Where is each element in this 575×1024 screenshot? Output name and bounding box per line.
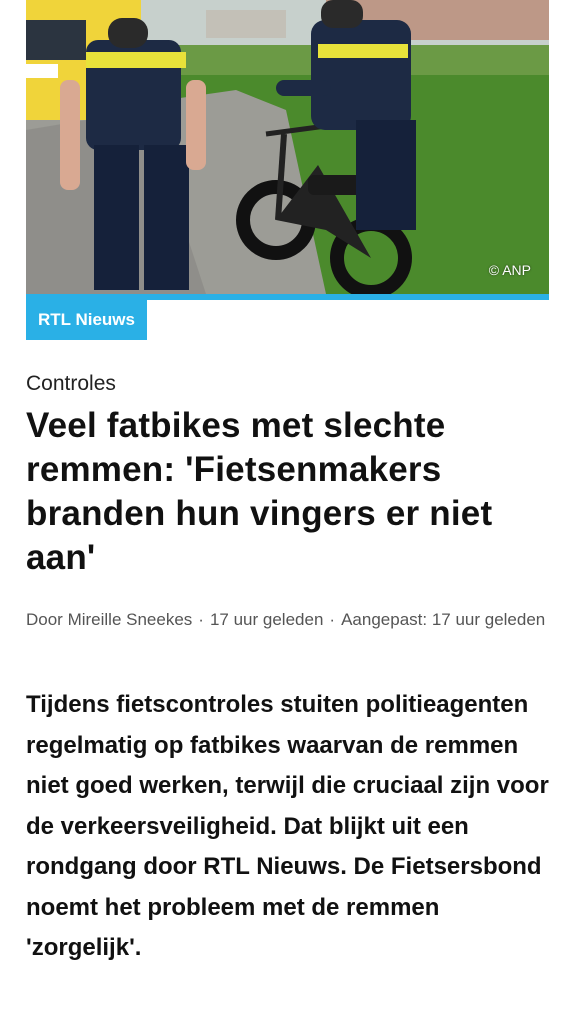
article-category[interactable]: Controles [26, 372, 116, 396]
separator-dot: · [198, 610, 204, 629]
brand-label[interactable]: RTL Nieuws [26, 300, 147, 340]
updated-time: Aangepast: 17 uur geleden [341, 610, 546, 629]
article-headline: Veel fatbikes met slechte remmen: 'Fiets… [26, 406, 493, 577]
article-lead-paragraph: Tijdens fietscontroles stuiten politieag… [26, 691, 549, 961]
article-hero-image[interactable]: © ANP [26, 0, 549, 294]
photo-credit: © ANP [488, 262, 531, 278]
author-name[interactable]: Door Mireille Sneekes [26, 610, 192, 629]
separator-dot: · [329, 610, 336, 629]
article-byline: Door Mireille Sneekes · 17 uur geleden · Aan… [26, 606, 546, 633]
police-fatbike-photo [26, 0, 549, 294]
published-time: 17 uur geleden [209, 610, 324, 629]
